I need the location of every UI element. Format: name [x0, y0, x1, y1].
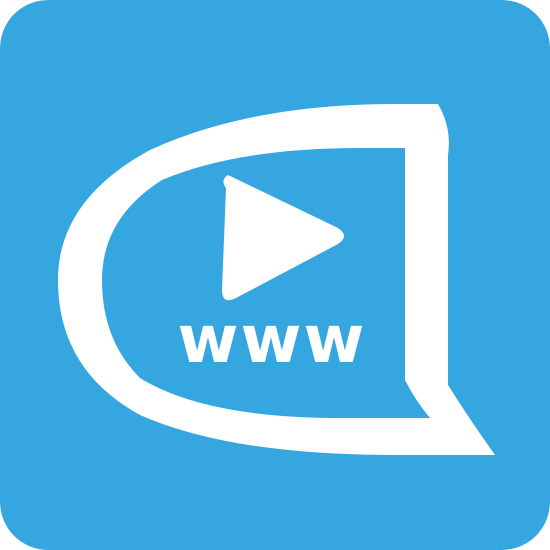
- logo-text: www: [178, 301, 367, 378]
- video-speech-bubble-icon: www: [0, 0, 550, 550]
- app-icon-tile[interactable]: www: [0, 0, 550, 550]
- canvas: www: [0, 0, 550, 550]
